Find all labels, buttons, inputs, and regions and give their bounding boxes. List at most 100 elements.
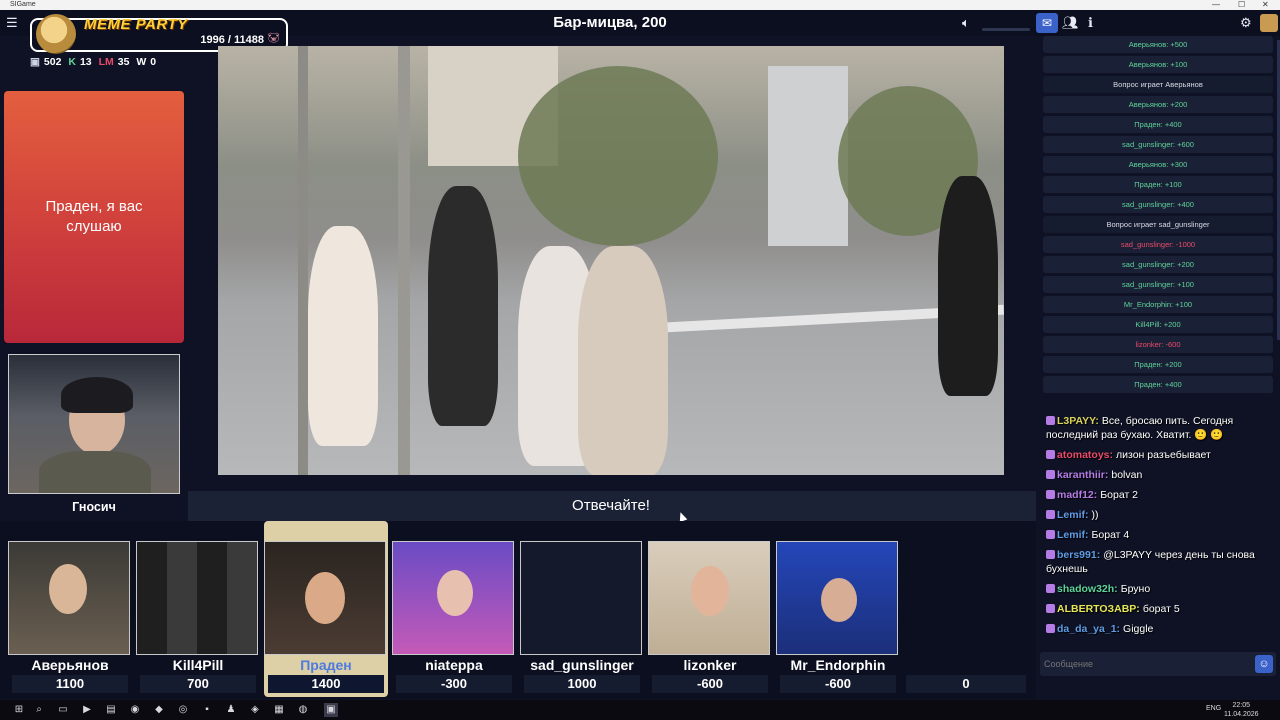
chat-text: Giggle [1123, 623, 1154, 635]
info-tab-icon[interactable]: ℹ [1088, 14, 1093, 32]
log-entry: Праден: +200 [1043, 356, 1273, 373]
player-webcam [520, 541, 642, 655]
players-tab-icon[interactable]: 👥︎ [1062, 14, 1079, 32]
chat-username[interactable]: bers991: [1057, 549, 1100, 561]
video-pole [398, 46, 410, 475]
search-icon[interactable]: ⌕ [32, 703, 46, 717]
log-entry: Праден: +400 [1043, 376, 1273, 393]
app-icon[interactable]: ▪ [200, 703, 214, 717]
settings-gear-icon[interactable]: ⚙ [1240, 14, 1252, 32]
close-window-button[interactable]: ✕ [1262, 0, 1269, 10]
player-name: Праден [300, 657, 352, 673]
taskview-icon[interactable]: ▭ [56, 703, 70, 717]
player-webcam [392, 541, 514, 655]
app-icon[interactable]: ◈ [248, 703, 262, 717]
steam-icon[interactable]: ◍ [296, 703, 310, 717]
player-score: 700 [140, 675, 256, 693]
smiley-icon: ☺ [1258, 658, 1270, 670]
log-entry: sad_gunslinger: -1000 [1043, 236, 1273, 253]
menu-icon[interactable]: ☰ [6, 14, 18, 32]
video-person [578, 246, 668, 475]
chat-message: shadow32h: Бруно [1046, 582, 1276, 596]
chat-text: Борат 2 [1100, 489, 1139, 501]
chat-text: bolvan [1111, 469, 1143, 481]
video-tree [518, 66, 718, 246]
folder-icon[interactable]: ▤ [104, 703, 118, 717]
player-face [691, 566, 729, 616]
app-icon[interactable]: ♟ [224, 703, 238, 717]
chat-username[interactable]: shadow32h: [1057, 583, 1118, 595]
question-card: Праден, я вас слушаю [4, 91, 184, 343]
player-score: -300 [396, 675, 512, 693]
game-title: Бар-мицва, 200 [553, 14, 667, 31]
lm-icon: LM [98, 56, 114, 68]
app-icon[interactable]: ▦ [272, 703, 286, 717]
question-video [218, 46, 1004, 475]
chat-username[interactable]: L3PAYY: [1057, 415, 1099, 427]
overlay-counter: 1996 / 11488 [200, 34, 264, 46]
answer-status-text: Отвечайте! [572, 497, 650, 514]
chat-message: karanthiir: bolvan [1046, 468, 1276, 482]
log-entry: Праден: +100 [1043, 176, 1273, 193]
chat-count-icon: ▣ [30, 56, 40, 68]
player-card-active[interactable]: Праден 1400 [264, 521, 388, 697]
chat-username[interactable]: da_da_ya_1: [1057, 623, 1120, 635]
chat-badge-icon [1046, 550, 1055, 559]
tray-clock[interactable]: 22:05 11.04.2026 [1224, 701, 1259, 719]
log-entry: lizonker: -600 [1043, 336, 1273, 353]
minimize-button[interactable]: — [1212, 0, 1220, 10]
log-entry: Mr_Endorphin: +100 [1043, 296, 1273, 313]
emoji-button[interactable]: ☺ [1255, 655, 1273, 673]
player-card[interactable]: Mr_Endorphin -600 [776, 521, 900, 697]
message-input[interactable] [1040, 652, 1254, 676]
chat-text: Борат 4 [1091, 529, 1130, 541]
stat-lm: 35 [117, 56, 130, 68]
app-icon[interactable]: ◆ [152, 703, 166, 717]
chat-username[interactable]: madf12: [1057, 489, 1097, 501]
player-name: Mr_Endorphin [790, 657, 886, 673]
player-card[interactable]: niateppa -300 [392, 521, 516, 697]
volume-slider[interactable] [982, 28, 1030, 31]
windows-taskbar: ⊞ ⌕ ▭ ▶ ▤ ◉ ◆ ◎ ▪ ♟ ◈ ▦ ◍ ▣ ENG 22:05 11… [0, 700, 1280, 720]
app-icon[interactable]: ◎ [176, 703, 190, 717]
chat-username[interactable]: ALBERTOЗABP: [1057, 603, 1140, 615]
player-card[interactable]: lizonker -600 [648, 521, 772, 697]
player-webcam [776, 541, 898, 655]
chat-message: atomatoys: лизон разъебывает [1046, 448, 1276, 462]
user-avatar[interactable] [1260, 14, 1278, 32]
app-icon[interactable]: ▶ [80, 703, 94, 717]
player-face [821, 578, 857, 622]
log-entry: Вопрос играет sad_gunslinger [1043, 216, 1273, 233]
sigame-taskbar-icon[interactable]: ▣ [324, 703, 338, 717]
chat-username[interactable]: atomatoys: [1057, 449, 1113, 461]
chat-message: L3PAYY: Все, бросаю пить. Сегодня последн… [1046, 414, 1276, 442]
chat-message: da_da_ya_1: Giggle [1046, 622, 1276, 636]
player-name: sad_gunslinger [530, 657, 634, 673]
player-card[interactable]: sad_gunslinger 1000 [520, 521, 644, 697]
player-webcam [136, 541, 258, 655]
player-card[interactable]: Аверьянов 1100 [8, 521, 132, 697]
player-score: -600 [652, 675, 768, 693]
chat-tab-button[interactable]: ✉ [1036, 13, 1058, 33]
volume-icon[interactable]: 🔈︎ [962, 14, 970, 32]
chat-username[interactable]: Lemif: [1057, 529, 1089, 541]
extra-slot-score: 0 [906, 675, 1026, 693]
browser-icon[interactable]: ◉ [128, 703, 142, 717]
maximize-button[interactable]: ☐ [1238, 0, 1245, 10]
chat-badge-icon [1046, 584, 1055, 593]
tray-language[interactable]: ENG [1206, 705, 1221, 712]
chat-username[interactable]: karanthiir: [1057, 469, 1108, 481]
log-entry: Аверьянов: +100 [1043, 56, 1273, 73]
chat-username[interactable]: Lemif: [1057, 509, 1089, 521]
question-text: Праден, я вас слушаю [45, 198, 143, 235]
chat-badge-icon [1046, 624, 1055, 633]
player-card[interactable]: Kill4Pill 700 [136, 521, 260, 697]
player-webcam [648, 541, 770, 655]
chat-message: bers991: @L3PAYY через день ты снова бухн… [1046, 548, 1276, 576]
host-name: Гносич [72, 500, 116, 514]
player-name: niateppa [425, 657, 483, 673]
tray-time: 22:05 [1232, 702, 1251, 709]
windows-start-icon[interactable]: ⊞ [12, 703, 26, 717]
player-score: 1100 [12, 675, 128, 693]
player-webcam [8, 541, 130, 655]
